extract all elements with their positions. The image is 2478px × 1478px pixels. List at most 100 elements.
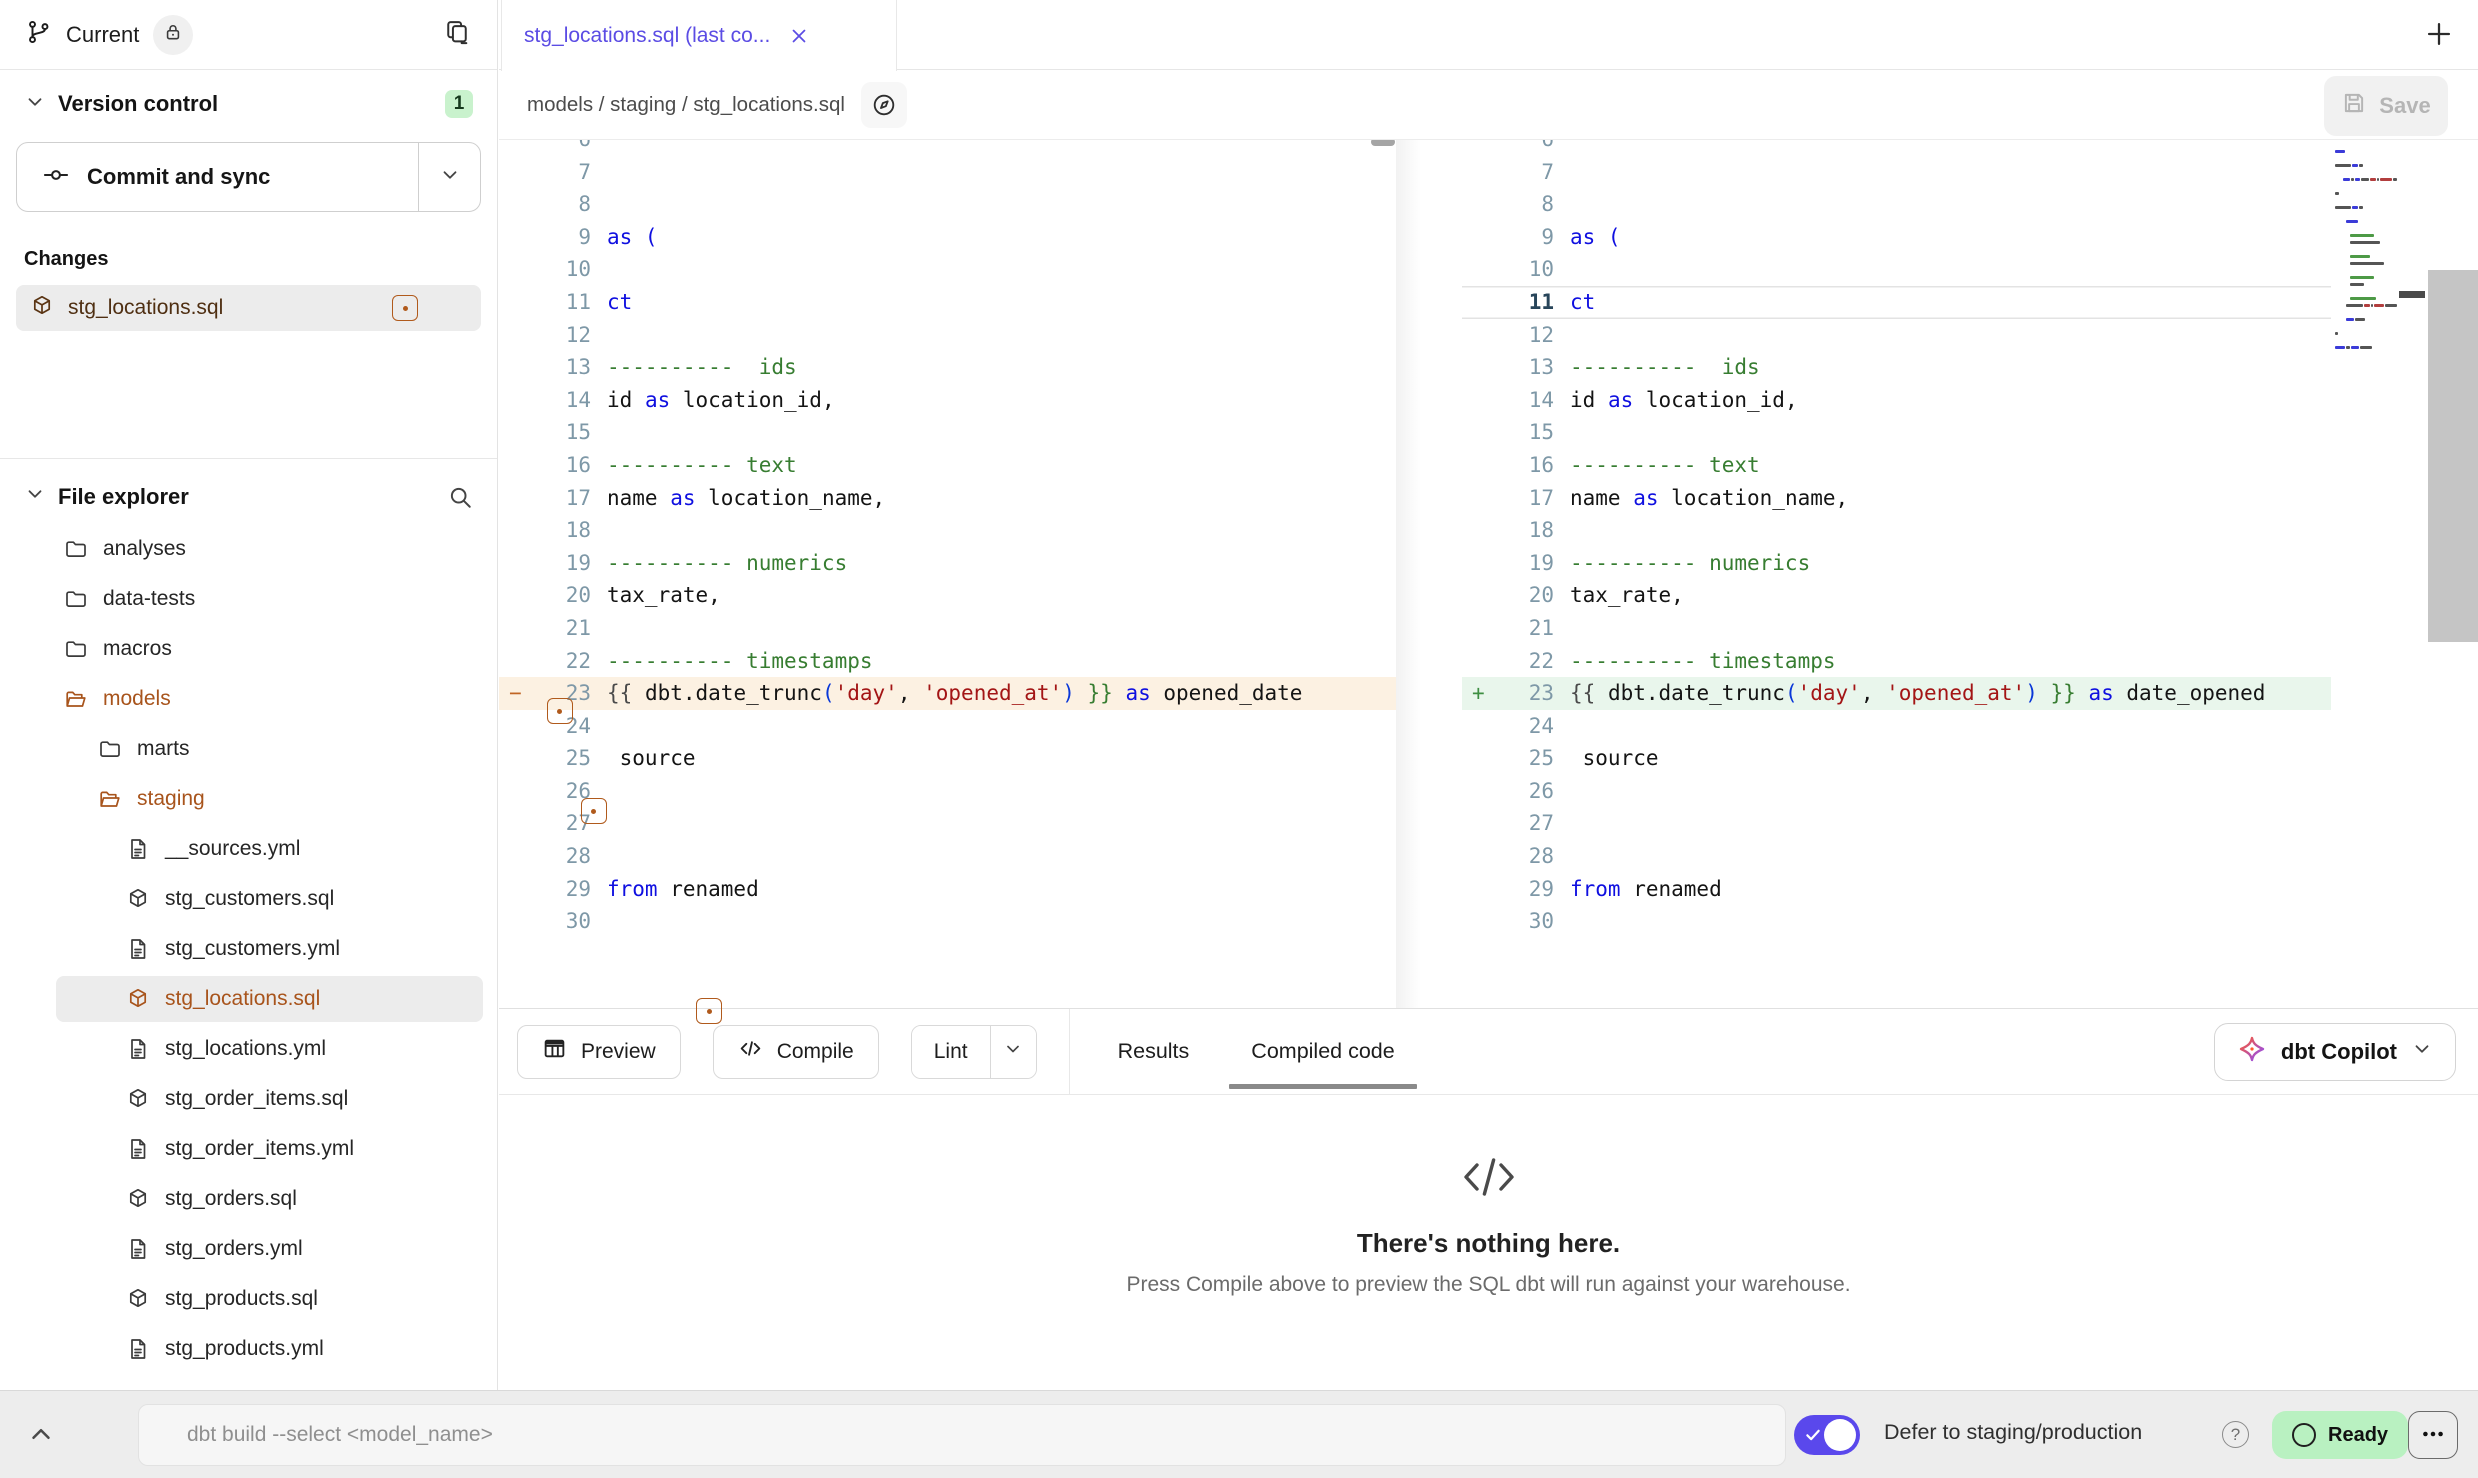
duplicate-icon[interactable] (443, 18, 471, 51)
file-tree-item-macros[interactable]: macros (16, 624, 481, 674)
code-line-20[interactable]: 20tax_rate, (499, 579, 1396, 612)
code-line-27[interactable]: 27 (1462, 807, 2331, 840)
version-control-header[interactable]: Version control 1 (16, 90, 481, 118)
code-line-16[interactable]: 16---------- text (1462, 449, 2331, 482)
code-line-22[interactable]: 22---------- timestamps (1462, 645, 2331, 678)
code-line-7[interactable]: 7 (1462, 156, 2331, 189)
tab-compiled-code[interactable]: Compiled code (1251, 1009, 1394, 1095)
file-tree-item-stg-locations-yml[interactable]: stg_locations.yml (16, 1024, 481, 1074)
tab-stg-locations[interactable]: stg_locations.sql (last co... (501, 0, 897, 71)
code-line-25[interactable]: 25 source (499, 742, 1396, 775)
minimap[interactable] (2335, 150, 2397, 360)
file-tree-item-stg-orders-yml[interactable]: stg_orders.yml (16, 1224, 481, 1274)
code-line-23[interactable]: +23{{ dbt.date_trunc('day', 'opened_at')… (1462, 677, 2331, 710)
code-line-13[interactable]: 13---------- ids (1462, 351, 2331, 384)
code-line-22[interactable]: 22---------- timestamps (499, 645, 1396, 678)
code-line-26[interactable]: 26 (499, 775, 1396, 808)
file-tree-item-analyses[interactable]: analyses (16, 524, 481, 574)
code-line-29[interactable]: 29from renamed (499, 873, 1396, 906)
file-tree-item-stg-customers-yml[interactable]: stg_customers.yml (16, 924, 481, 974)
scrollbar-thumb[interactable] (1371, 140, 1395, 146)
code-line-7[interactable]: 7 (499, 156, 1396, 189)
new-tab-plus-icon[interactable] (2422, 17, 2456, 56)
close-icon[interactable] (788, 25, 810, 47)
compile-button[interactable]: Compile (713, 1025, 879, 1079)
code-line-20[interactable]: 20tax_rate, (1462, 579, 2331, 612)
code-line-12[interactable]: 12 (1462, 319, 2331, 352)
code-line-25[interactable]: 25 source (1462, 742, 2331, 775)
code-line-6[interactable]: 6 (1462, 140, 2331, 156)
code-line-19[interactable]: 19---------- numerics (499, 547, 1396, 580)
help-icon[interactable]: ? (2222, 1421, 2249, 1448)
code-line-9[interactable]: 9as ( (1462, 221, 2331, 254)
status-ready-badge[interactable]: Ready (2272, 1411, 2408, 1459)
more-options-button[interactable] (2408, 1411, 2458, 1459)
commit-and-sync-button[interactable]: Commit and sync (17, 143, 418, 211)
code-line-15[interactable]: 15 (1462, 416, 2331, 449)
file-tree-item-stg-locations-sql[interactable]: stg_locations.sql (16, 974, 481, 1024)
code-line-10[interactable]: 10 (499, 253, 1396, 286)
code-line-30[interactable]: 30 (1462, 905, 2331, 938)
code-line-10[interactable]: 10 (1462, 253, 2331, 286)
file-tree-item-stg-order-items-yml[interactable]: stg_order_items.yml (16, 1124, 481, 1174)
code-line-11[interactable]: 11ct (1462, 286, 2331, 319)
code-line-14[interactable]: 14id as location_id, (499, 384, 1396, 417)
commit-options-button[interactable] (418, 143, 480, 211)
command-input[interactable] (138, 1404, 1786, 1466)
diff-pane-original[interactable]: 6789as (1011ct1213---------- ids14id as … (499, 140, 1396, 1008)
code-line-8[interactable]: 8 (499, 188, 1396, 221)
diff-editor[interactable]: 6789as (1011ct1213---------- ids14id as … (499, 140, 2478, 1009)
diff-pane-modified[interactable]: 6789as (1011ct1213---------- ids14id as … (1462, 140, 2331, 1008)
preview-button[interactable]: Preview (517, 1025, 681, 1079)
file-tree-item--sources-yml[interactable]: __sources.yml (16, 824, 481, 874)
pane-sash[interactable] (1396, 140, 1442, 1008)
file-tree-item-stg-orders-sql[interactable]: stg_orders.sql (16, 1174, 481, 1224)
file-tree-item-data-tests[interactable]: data-tests (16, 574, 481, 624)
file-tree-item-stg-products-yml[interactable]: stg_products.yml (16, 1324, 481, 1374)
code-line-18[interactable]: 18 (1462, 514, 2331, 547)
minimap-row (2335, 178, 2397, 181)
code-line-27[interactable]: 27 (499, 807, 1396, 840)
code-line-14[interactable]: 14id as location_id, (1462, 384, 2331, 417)
dbt-copilot-button[interactable]: dbt Copilot (2214, 1023, 2456, 1081)
file-tree-item-stg-order-items-sql[interactable]: stg_order_items.sql (16, 1074, 481, 1124)
code-line-17[interactable]: 17name as location_name, (499, 482, 1396, 515)
code-line-15[interactable]: 15 (499, 416, 1396, 449)
changed-file-row[interactable]: stg_locations.sql (16, 285, 481, 331)
code-line-16[interactable]: 16---------- text (499, 449, 1396, 482)
code-line-21[interactable]: 21 (1462, 612, 2331, 645)
file-tree-item-staging[interactable]: staging (16, 774, 481, 824)
code-line-9[interactable]: 9as ( (499, 221, 1396, 254)
code-line-29[interactable]: 29from renamed (1462, 873, 2331, 906)
tab-results[interactable]: Results (1118, 1009, 1190, 1095)
file-tree-item-stg-products-sql[interactable]: stg_products.sql (16, 1274, 481, 1324)
code-line-17[interactable]: 17name as location_name, (1462, 482, 2331, 515)
save-button[interactable]: Save (2324, 76, 2448, 136)
file-explorer-header[interactable]: File explorer (16, 483, 481, 510)
code-line-19[interactable]: 19---------- numerics (1462, 547, 2331, 580)
code-line-21[interactable]: 21 (499, 612, 1396, 645)
code-line-11[interactable]: 11ct (499, 286, 1396, 319)
code-line-6[interactable]: 6 (499, 140, 1396, 156)
code-line-8[interactable]: 8 (1462, 188, 2331, 221)
lint-button[interactable]: Lint (912, 1026, 990, 1078)
chevron-up-icon[interactable] (26, 1419, 56, 1454)
file-tree-item-marts[interactable]: marts (16, 724, 481, 774)
code-line-24[interactable]: 24 (1462, 710, 2331, 743)
code-line-13[interactable]: 13---------- ids (499, 351, 1396, 384)
file-tree-item-models[interactable]: models (16, 674, 481, 724)
code-line-12[interactable]: 12 (499, 319, 1396, 352)
code-line-30[interactable]: 30 (499, 905, 1396, 938)
code-line-24[interactable]: 24 (499, 710, 1396, 743)
code-line-23[interactable]: −23{{ dbt.date_trunc('day', 'opened_at')… (499, 677, 1396, 710)
lint-options-button[interactable] (990, 1026, 1036, 1078)
code-line-18[interactable]: 18 (499, 514, 1396, 547)
defer-toggle[interactable] (1794, 1415, 1860, 1455)
code-line-26[interactable]: 26 (1462, 775, 2331, 808)
editor-scrollbar[interactable] (2428, 270, 2478, 642)
file-tree-item-stg-customers-sql[interactable]: stg_customers.sql (16, 874, 481, 924)
code-line-28[interactable]: 28 (1462, 840, 2331, 873)
search-icon[interactable] (447, 484, 473, 510)
lineage-compass-icon[interactable] (861, 82, 907, 128)
code-line-28[interactable]: 28 (499, 840, 1396, 873)
